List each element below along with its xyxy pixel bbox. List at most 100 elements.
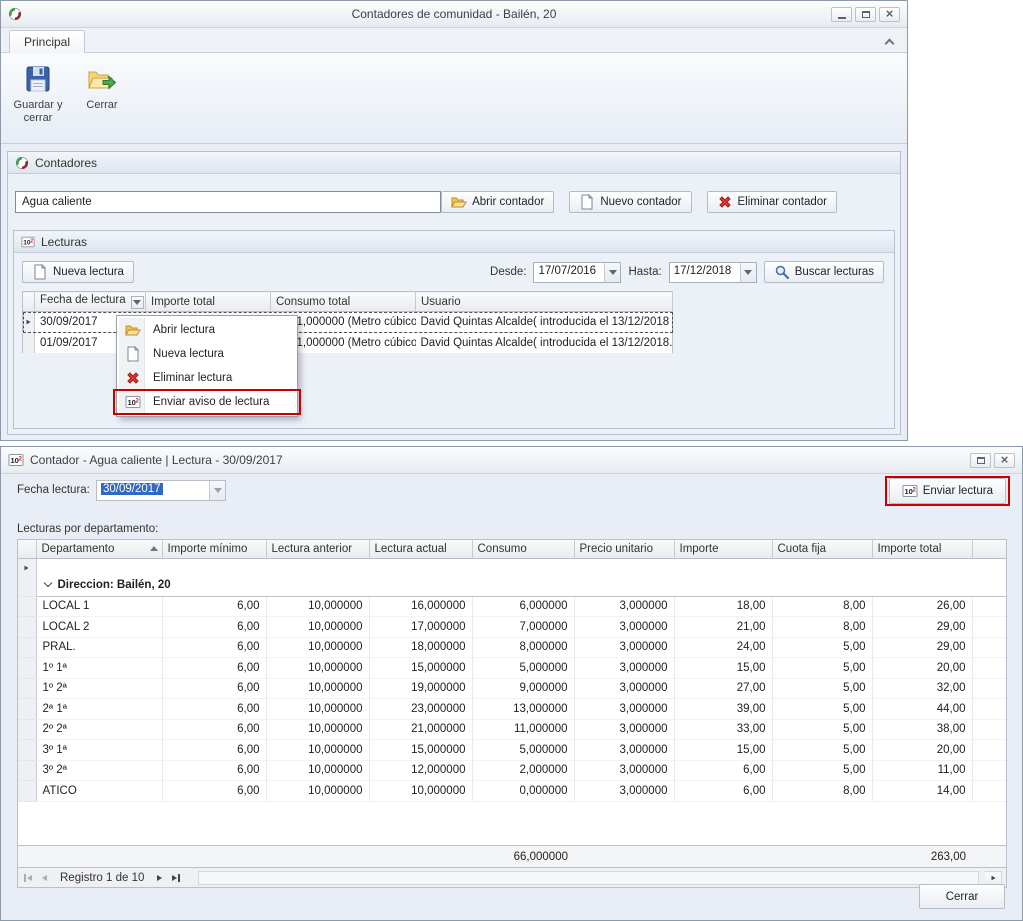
grid-cell[interactable]: 6,00 bbox=[674, 760, 772, 781]
grid-row[interactable]: ATICO6,0010,00000010,0000000,0000003,000… bbox=[18, 781, 1006, 802]
grid-cell[interactable]: 8,00 bbox=[772, 781, 872, 802]
grid-cell[interactable]: 10,000000 bbox=[266, 740, 369, 761]
column-header-importe[interactable]: Importe total bbox=[146, 292, 271, 312]
fecha-dropdown-button[interactable] bbox=[209, 481, 225, 500]
group-row[interactable]: Direccion: Bailén, 20 bbox=[18, 576, 1006, 596]
grid-cell[interactable]: 15,00 bbox=[674, 740, 772, 761]
grid-cell[interactable]: 1º 1ª bbox=[36, 658, 162, 679]
grid-cell[interactable]: 3,000000 bbox=[574, 596, 674, 617]
guardar-y-cerrar-button[interactable]: Guardar y cerrar bbox=[9, 58, 67, 125]
grid-cell[interactable]: 20,00 bbox=[872, 740, 972, 761]
menu-item-enviar-aviso[interactable]: 102 Enviar aviso de lectura bbox=[119, 390, 295, 414]
grid-cell[interactable]: 3,000000 bbox=[574, 699, 674, 720]
grid-row[interactable]: 3º 1ª6,0010,00000015,0000005,0000003,000… bbox=[18, 740, 1006, 761]
column-header[interactable]: Consumo bbox=[472, 540, 574, 558]
grid-cell[interactable]: 21,00 bbox=[674, 617, 772, 638]
grid-cell[interactable]: 10,000000 bbox=[266, 637, 369, 658]
grid-cell[interactable]: 5,000000 bbox=[472, 740, 574, 761]
desde-dropdown-button[interactable] bbox=[604, 263, 620, 282]
column-header[interactable]: Importe bbox=[674, 540, 772, 558]
grid-row[interactable]: LOCAL 16,0010,00000016,0000006,0000003,0… bbox=[18, 596, 1006, 617]
cerrar-button[interactable]: Cerrar bbox=[919, 884, 1005, 909]
grid-cell[interactable]: 8,00 bbox=[772, 617, 872, 638]
grid-cell[interactable]: 2,000000 bbox=[472, 760, 574, 781]
grid-cell[interactable]: 1º 2ª bbox=[36, 678, 162, 699]
enviar-lectura-button[interactable]: 102 Enviar lectura bbox=[889, 478, 1006, 504]
grid-cell[interactable]: 33,00 bbox=[674, 719, 772, 740]
grid-cell[interactable]: 5,00 bbox=[772, 740, 872, 761]
grid-cell[interactable]: 10,000000 bbox=[266, 699, 369, 720]
hasta-dropdown-button[interactable] bbox=[740, 263, 756, 282]
grid-cell[interactable]: 38,00 bbox=[872, 719, 972, 740]
grid-cell[interactable]: 10,000000 bbox=[266, 781, 369, 802]
grid-row[interactable]: 1º 1ª6,0010,00000015,0000005,0000003,000… bbox=[18, 658, 1006, 679]
grid-cell[interactable]: 5,00 bbox=[772, 637, 872, 658]
grid-cell[interactable]: 11,00 bbox=[872, 760, 972, 781]
grid-cell[interactable]: 16,000000 bbox=[369, 596, 472, 617]
grid-cell[interactable]: 9,000000 bbox=[472, 678, 574, 699]
grid-cell[interactable]: 3,000000 bbox=[574, 760, 674, 781]
column-header[interactable]: Lectura actual bbox=[369, 540, 472, 558]
grid-cell[interactable]: 3,000000 bbox=[574, 617, 674, 638]
prev-record-button[interactable] bbox=[40, 871, 49, 885]
grid-cell[interactable]: LOCAL 2 bbox=[36, 617, 162, 638]
grid-cell[interactable]: 12,000000 bbox=[369, 760, 472, 781]
grid-cell[interactable]: 6,00 bbox=[162, 760, 266, 781]
grid-cell[interactable]: 14,00 bbox=[872, 781, 972, 802]
grid-cell[interactable]: 18,000000 bbox=[369, 637, 472, 658]
grid-cell[interactable]: 6,00 bbox=[162, 699, 266, 720]
close-button[interactable]: × bbox=[994, 453, 1015, 468]
column-header[interactable]: Lectura anterior bbox=[266, 540, 369, 558]
close-button[interactable]: × bbox=[879, 7, 900, 22]
grid-cell[interactable]: 5,00 bbox=[772, 699, 872, 720]
grid-cell[interactable]: 21,000000 bbox=[369, 719, 472, 740]
grid-cell[interactable]: 11,000000 bbox=[472, 719, 574, 740]
grid-cell[interactable]: 0,000000 bbox=[472, 781, 574, 802]
grid-cell[interactable]: LOCAL 1 bbox=[36, 596, 162, 617]
grid-cell[interactable]: 3,000000 bbox=[574, 658, 674, 679]
group-cell[interactable]: Direccion: Bailén, 20 bbox=[36, 576, 1006, 596]
grid-cell[interactable]: 13,000000 bbox=[472, 699, 574, 720]
collapse-ribbon-button[interactable] bbox=[880, 33, 898, 49]
grid-cell[interactable]: 10,000000 bbox=[266, 760, 369, 781]
grid-row[interactable]: 2ª 1ª6,0010,00000023,00000013,0000003,00… bbox=[18, 699, 1006, 720]
hasta-date-combo[interactable]: 17/12/2018 bbox=[669, 262, 757, 283]
grid-cell[interactable]: 29,00 bbox=[872, 637, 972, 658]
grid-cell[interactable]: 15,000000 bbox=[369, 740, 472, 761]
grid-cell[interactable]: 3,000000 bbox=[574, 637, 674, 658]
grid-cell[interactable]: 6,00 bbox=[162, 781, 266, 802]
eliminar-contador-button[interactable]: Eliminar contador bbox=[707, 191, 837, 213]
grid-cell[interactable]: 5,00 bbox=[772, 760, 872, 781]
grid-cell[interactable]: 26,00 bbox=[872, 596, 972, 617]
grid-cell[interactable]: 6,00 bbox=[674, 781, 772, 802]
last-record-button[interactable] bbox=[170, 871, 182, 885]
grid-cell[interactable]: 23,000000 bbox=[369, 699, 472, 720]
next-record-button[interactable] bbox=[155, 871, 164, 885]
grid-cell[interactable]: 19,000000 bbox=[369, 678, 472, 699]
grid-cell[interactable]: 7,000000 bbox=[472, 617, 574, 638]
column-header[interactable]: Departamento bbox=[36, 540, 162, 558]
buscar-lecturas-button[interactable]: Buscar lecturas bbox=[764, 261, 884, 283]
titlebar[interactable]: Contadores de comunidad - Bailén, 20 × bbox=[1, 1, 907, 28]
grid-cell[interactable]: 6,00 bbox=[162, 740, 266, 761]
grid-cell[interactable]: 3º 1ª bbox=[36, 740, 162, 761]
column-header[interactable]: Importe total bbox=[872, 540, 972, 558]
minimize-button[interactable] bbox=[831, 7, 852, 22]
grid-cell[interactable]: 6,00 bbox=[162, 637, 266, 658]
grid-cell[interactable]: 18,00 bbox=[674, 596, 772, 617]
grid-cell[interactable]: 3,000000 bbox=[574, 678, 674, 699]
grid-row[interactable]: 1º 2ª6,0010,00000019,0000009,0000003,000… bbox=[18, 678, 1006, 699]
cerrar-ribbon-button[interactable]: Cerrar bbox=[73, 58, 131, 112]
grid-cell[interactable]: 6,00 bbox=[162, 658, 266, 679]
restore-button[interactable] bbox=[855, 7, 876, 22]
grid-cell[interactable]: 20,00 bbox=[872, 658, 972, 679]
grid-cell[interactable]: 6,00 bbox=[162, 678, 266, 699]
grid-cell[interactable]: 44,00 bbox=[872, 699, 972, 720]
grid-cell[interactable]: ATICO bbox=[36, 781, 162, 802]
restore-button[interactable] bbox=[970, 453, 991, 468]
grid-cell[interactable]: 10,000000 bbox=[266, 678, 369, 699]
grid-cell[interactable]: 3,000000 bbox=[574, 719, 674, 740]
menu-item-eliminar-lectura[interactable]: Eliminar lectura bbox=[119, 366, 295, 390]
grid-cell[interactable]: 24,00 bbox=[674, 637, 772, 658]
grid-cell[interactable]: 15,000000 bbox=[369, 658, 472, 679]
